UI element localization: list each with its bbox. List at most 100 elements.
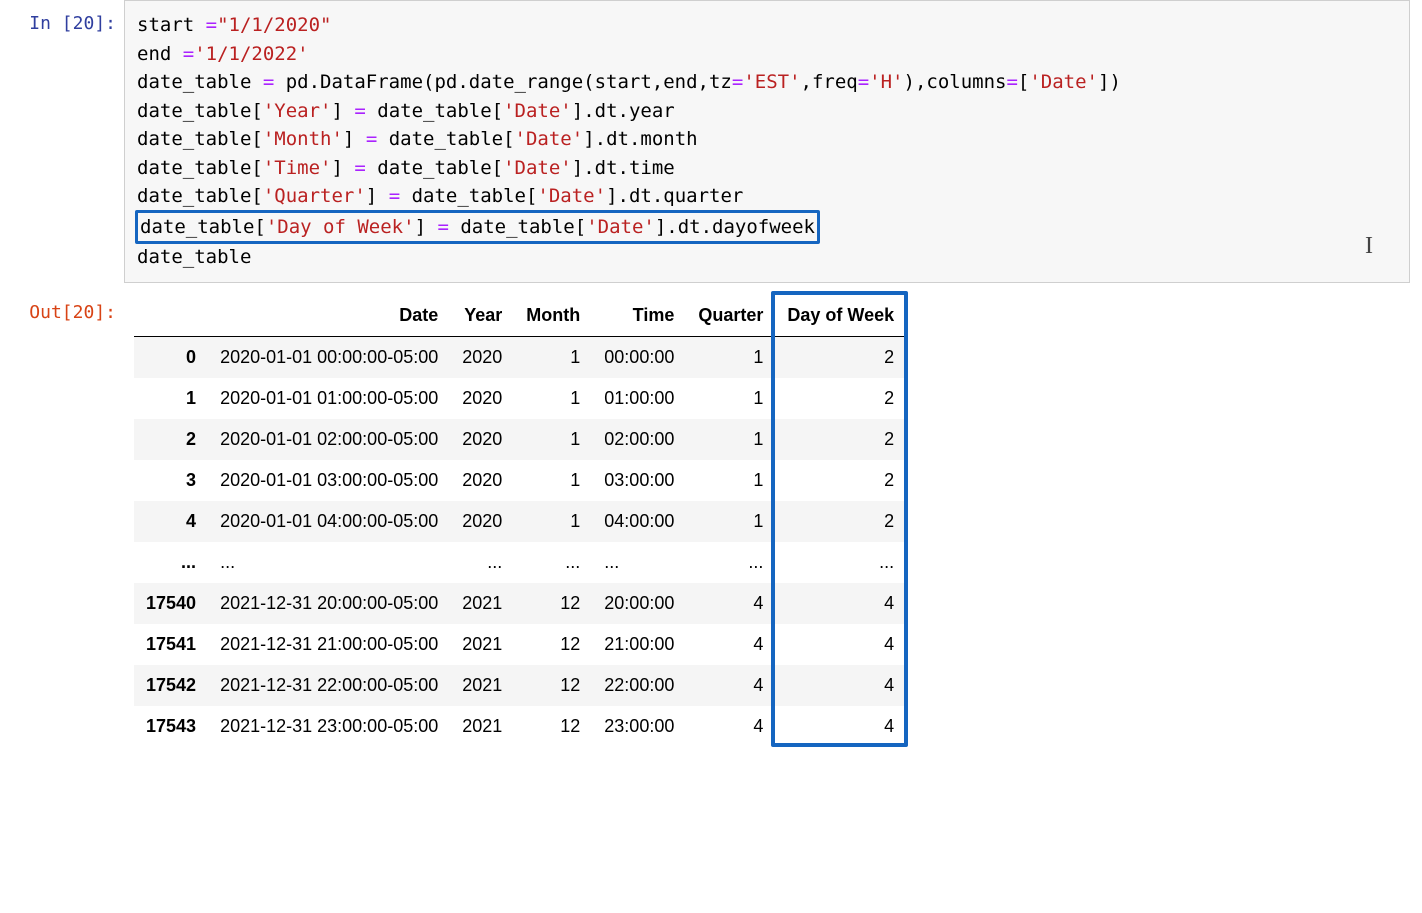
cell: 4 <box>686 706 775 747</box>
row-index: 17540 <box>134 583 208 624</box>
col-time: Time <box>592 295 686 337</box>
cell: 4 <box>775 583 906 624</box>
cell: 2020-01-01 03:00:00-05:00 <box>208 460 450 501</box>
cell: ... <box>208 542 450 583</box>
table-row: 22020-01-01 02:00:00-05:002020102:00:001… <box>134 419 906 460</box>
cell: 2021 <box>450 665 514 706</box>
row-index: 0 <box>134 336 208 378</box>
cell: 22:00:00 <box>592 665 686 706</box>
code-editor[interactable]: start ="1/1/2020" end ='1/1/2022' date_t… <box>124 0 1410 283</box>
table-row: 32020-01-01 03:00:00-05:002020103:00:001… <box>134 460 906 501</box>
output-cell: Out[20]: Date Year Month Time Quarter Da… <box>0 289 1422 752</box>
cell: 1 <box>514 460 592 501</box>
cell: 2020-01-01 01:00:00-05:00 <box>208 378 450 419</box>
cell: 2 <box>775 419 906 460</box>
cell: 2020-01-01 00:00:00-05:00 <box>208 336 450 378</box>
table-row: 175412021-12-31 21:00:00-05:0020211221:0… <box>134 624 906 665</box>
cell: 12 <box>514 583 592 624</box>
cell: ... <box>592 542 686 583</box>
cell: 2020 <box>450 336 514 378</box>
table-row: 175402021-12-31 20:00:00-05:0020211220:0… <box>134 583 906 624</box>
cell: 4 <box>686 624 775 665</box>
cell: 1 <box>514 336 592 378</box>
cell: 2020-01-01 04:00:00-05:00 <box>208 501 450 542</box>
cell: 2021 <box>450 706 514 747</box>
col-date: Date <box>208 295 450 337</box>
cell: 03:00:00 <box>592 460 686 501</box>
cell: 1 <box>686 501 775 542</box>
row-index: 17543 <box>134 706 208 747</box>
cell: 2021 <box>450 583 514 624</box>
cell: ... <box>514 542 592 583</box>
cell: 2 <box>775 378 906 419</box>
cell: 02:00:00 <box>592 419 686 460</box>
table-row: 42020-01-01 04:00:00-05:002020104:00:001… <box>134 501 906 542</box>
cell: 2 <box>775 501 906 542</box>
code-line-7: date_table['Quarter'] = date_table['Date… <box>137 185 743 207</box>
cell: 4 <box>686 583 775 624</box>
input-cell: In [20]: start ="1/1/2020" end ='1/1/202… <box>0 0 1422 283</box>
cell: 4 <box>775 706 906 747</box>
cell: 2020 <box>450 460 514 501</box>
cell: 4 <box>775 665 906 706</box>
cell: 04:00:00 <box>592 501 686 542</box>
table-row: 02020-01-01 00:00:00-05:002020100:00:001… <box>134 336 906 378</box>
cell: 23:00:00 <box>592 706 686 747</box>
input-prompt-label: In [20]: <box>0 0 124 37</box>
table-row: ..................... <box>134 542 906 583</box>
cell: 2020-01-01 02:00:00-05:00 <box>208 419 450 460</box>
cell: 2021-12-31 23:00:00-05:00 <box>208 706 450 747</box>
code-line-2: end ='1/1/2022' <box>137 43 309 65</box>
cell: 1 <box>686 336 775 378</box>
cell: 12 <box>514 706 592 747</box>
cell: 2020 <box>450 419 514 460</box>
code-line-9: date_table <box>137 246 251 268</box>
cell: 1 <box>686 378 775 419</box>
cell: 4 <box>775 624 906 665</box>
table-row: 175422021-12-31 22:00:00-05:0020211222:0… <box>134 665 906 706</box>
cell: 2020 <box>450 501 514 542</box>
cell: 1 <box>514 419 592 460</box>
cell: 2021-12-31 22:00:00-05:00 <box>208 665 450 706</box>
dataframe-table: Date Year Month Time Quarter Day of Week… <box>134 295 906 747</box>
col-index <box>134 295 208 337</box>
code-line-4: date_table['Year'] = date_table['Date'].… <box>137 100 675 122</box>
output-area: Date Year Month Time Quarter Day of Week… <box>124 289 1422 752</box>
cell: 1 <box>514 501 592 542</box>
code-line-5: date_table['Month'] = date_table['Date']… <box>137 128 698 150</box>
cell: 00:00:00 <box>592 336 686 378</box>
col-dayofweek: Day of Week <box>775 295 906 337</box>
table-header-row: Date Year Month Time Quarter Day of Week <box>134 295 906 337</box>
row-index: 4 <box>134 501 208 542</box>
cell: 01:00:00 <box>592 378 686 419</box>
cell: 2 <box>775 336 906 378</box>
col-month: Month <box>514 295 592 337</box>
cell: 12 <box>514 624 592 665</box>
row-index: 17542 <box>134 665 208 706</box>
row-index: 3 <box>134 460 208 501</box>
row-index: 1 <box>134 378 208 419</box>
cell: 2 <box>775 460 906 501</box>
code-line-1: start ="1/1/2020" <box>137 14 331 36</box>
cell: ... <box>775 542 906 583</box>
col-year: Year <box>450 295 514 337</box>
row-index: ... <box>134 542 208 583</box>
cell: 2021 <box>450 624 514 665</box>
cell: 1 <box>686 460 775 501</box>
code-line-highlighted: date_table['Day of Week'] = date_table['… <box>135 210 820 245</box>
cell: 12 <box>514 665 592 706</box>
cell: 21:00:00 <box>592 624 686 665</box>
row-index: 17541 <box>134 624 208 665</box>
output-prompt-label: Out[20]: <box>0 289 124 326</box>
cell: 1 <box>686 419 775 460</box>
cell: 1 <box>514 378 592 419</box>
cell: 2020 <box>450 378 514 419</box>
cell: ... <box>450 542 514 583</box>
code-line-6: date_table['Time'] = date_table['Date'].… <box>137 157 675 179</box>
text-cursor-icon: I <box>1365 228 1373 264</box>
col-quarter: Quarter <box>686 295 775 337</box>
table-row: 12020-01-01 01:00:00-05:002020101:00:001… <box>134 378 906 419</box>
code-line-3: date_table = pd.DataFrame(pd.date_range(… <box>137 71 1121 93</box>
row-index: 2 <box>134 419 208 460</box>
cell: 20:00:00 <box>592 583 686 624</box>
